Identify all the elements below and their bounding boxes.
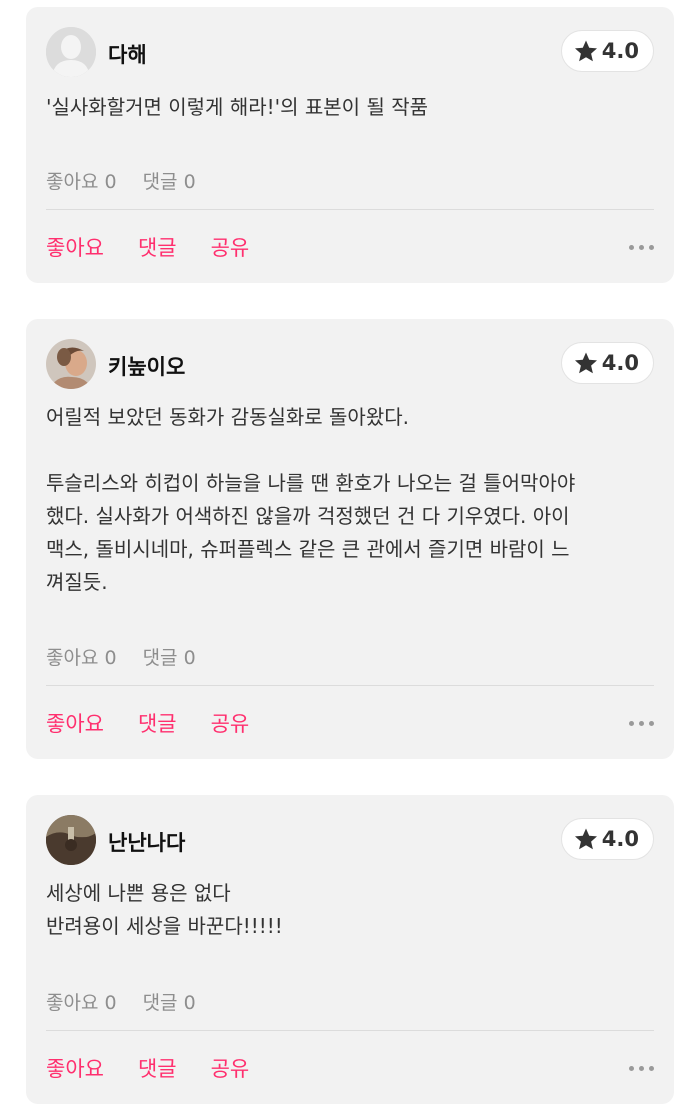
review-card: 다해 4.0 '실사화할거면 이렇게 해라!'의 표본이 될 작품 좋아요 0 … (26, 7, 674, 283)
review-stats: 좋아요 0 댓글 0 (46, 988, 196, 1015)
avatar[interactable] (46, 339, 96, 389)
action-bar: 좋아요 댓글 공유 (46, 227, 654, 267)
default-avatar-icon (46, 27, 96, 77)
username[interactable]: 난난나다 (108, 827, 185, 857)
action-bar: 좋아요 댓글 공유 (46, 1048, 654, 1088)
review-card: 키높이오 4.0 어릴적 보았던 동화가 감동실화로 돌아왔다. 투슬리스와 히… (26, 319, 674, 759)
comment-count: 댓글 0 (142, 171, 196, 193)
rating-value: 4.0 (601, 351, 639, 375)
like-button[interactable]: 좋아요 (46, 708, 104, 738)
review-stats: 좋아요 0 댓글 0 (46, 167, 196, 194)
share-button[interactable]: 공유 (211, 1053, 250, 1083)
comment-button[interactable]: 댓글 (138, 708, 177, 738)
review-text: 세상에 나쁜 용은 없다 반려용이 세상을 바꾼다!!!!! (46, 881, 283, 938)
comment-count: 댓글 0 (142, 647, 196, 669)
avatar[interactable] (46, 27, 96, 77)
share-button[interactable]: 공유 (211, 232, 250, 262)
profile-photo-icon (46, 339, 96, 389)
username[interactable]: 다해 (108, 39, 147, 69)
like-button[interactable]: 좋아요 (46, 232, 104, 262)
divider (46, 685, 654, 686)
like-count: 좋아요 0 (46, 992, 117, 1014)
rating-badge: 4.0 (560, 30, 654, 72)
review-card: 난난나다 4.0 세상에 나쁜 용은 없다 반려용이 세상을 바꾼다!!!!! … (26, 795, 674, 1104)
divider (46, 1030, 654, 1031)
share-button[interactable]: 공유 (211, 708, 250, 738)
like-count: 좋아요 0 (46, 647, 117, 669)
star-icon (574, 39, 598, 63)
action-bar: 좋아요 댓글 공유 (46, 703, 654, 743)
review-header: 다해 4.0 (46, 27, 654, 83)
profile-photo-icon (46, 815, 96, 865)
rating-value: 4.0 (601, 827, 639, 851)
avatar[interactable] (46, 815, 96, 865)
star-icon (574, 827, 598, 851)
review-header: 키높이오 4.0 (46, 339, 654, 395)
review-stats: 좋아요 0 댓글 0 (46, 643, 196, 670)
username[interactable]: 키높이오 (108, 351, 185, 381)
more-options-icon[interactable] (629, 1060, 654, 1077)
review-header: 난난나다 4.0 (46, 815, 654, 871)
comment-count: 댓글 0 (142, 992, 196, 1014)
like-button[interactable]: 좋아요 (46, 1053, 104, 1083)
more-options-icon[interactable] (629, 715, 654, 732)
like-count: 좋아요 0 (46, 171, 117, 193)
star-icon (574, 351, 598, 375)
rating-value: 4.0 (601, 39, 639, 63)
more-options-icon[interactable] (629, 239, 654, 256)
rating-badge: 4.0 (560, 342, 654, 384)
review-text: '실사화할거면 이렇게 해라!'의 표본이 될 작품 (46, 95, 429, 119)
review-text: 어릴적 보았던 동화가 감동실화로 돌아왔다. 투슬리스와 히컵이 하늘을 나를… (46, 405, 576, 594)
comment-button[interactable]: 댓글 (138, 1053, 177, 1083)
rating-badge: 4.0 (560, 818, 654, 860)
comment-button[interactable]: 댓글 (138, 232, 177, 262)
divider (46, 209, 654, 210)
